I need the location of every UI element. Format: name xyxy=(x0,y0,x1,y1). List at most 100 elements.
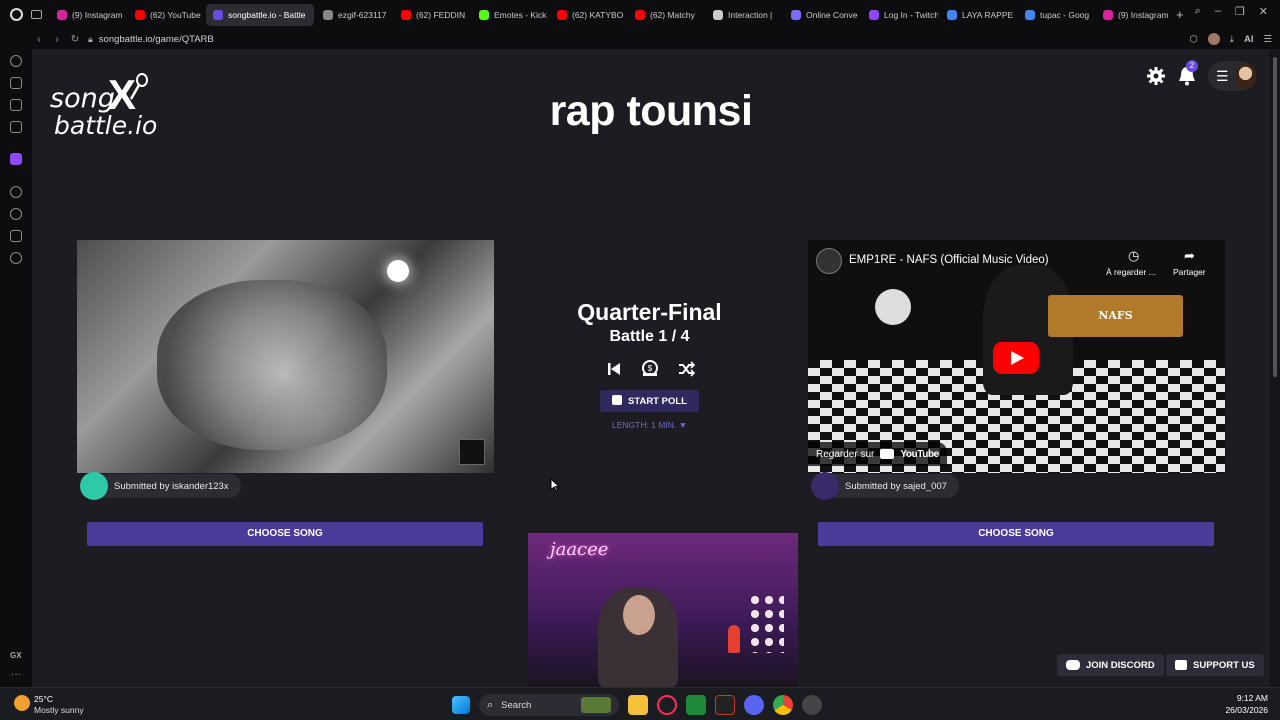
lock-icon: 🔒︎ xyxy=(88,33,93,44)
tab-label: Online Conve xyxy=(806,9,858,20)
download-icon[interactable]: ⤓ xyxy=(1230,34,1234,45)
nafs-title-art: NAFS xyxy=(1048,295,1183,337)
watch-later-icon[interactable]: ◷ xyxy=(1128,248,1139,264)
support-us-button[interactable]: SUPPORT US xyxy=(1166,654,1264,676)
browser-tab[interactable]: (9) Instagram xyxy=(1096,4,1172,26)
tab-favicon-icon xyxy=(791,9,801,20)
browser-tab[interactable]: Log In - Twitch xyxy=(862,4,938,26)
search-tabs-icon[interactable]: ⌕ xyxy=(1195,5,1201,18)
video-title[interactable]: EMP1RE - NAFS (Official Music Video) xyxy=(849,254,1049,266)
easy-setup-icon[interactable]: ☰ xyxy=(1263,34,1272,45)
svg-text:$: $ xyxy=(647,364,652,373)
browser-tab[interactable]: LAYA RAPPE xyxy=(940,4,1016,26)
join-discord-label: JOIN DISCORD xyxy=(1086,659,1155,671)
new-tab-button[interactable]: + xyxy=(1176,7,1184,22)
twitch-icon[interactable] xyxy=(10,153,22,165)
browser-tab[interactable]: Interaction | xyxy=(706,4,782,26)
bag-icon[interactable] xyxy=(10,77,22,89)
channel-watermark-icon xyxy=(459,439,485,465)
clock-time[interactable]: 9:12 AM xyxy=(1237,693,1268,703)
share-label: Partager xyxy=(1173,267,1206,277)
right-submitted-by: Submitted by sajed_007 xyxy=(845,480,947,492)
more-icon[interactable]: ··· xyxy=(11,669,21,680)
player-icon[interactable] xyxy=(10,186,22,198)
youtube-play-button[interactable] xyxy=(993,342,1039,374)
tab-label: Emotes - Kick xyxy=(494,9,547,20)
tab-favicon-icon xyxy=(869,9,879,20)
scrollbar-thumb[interactable] xyxy=(1273,57,1277,377)
tab-favicon-icon xyxy=(713,9,723,20)
tab-favicon-icon xyxy=(947,9,957,20)
browser-tab[interactable]: (62) Matchy xyxy=(628,4,704,26)
close-window-button[interactable]: ✕ xyxy=(1259,5,1268,18)
share-icon[interactable]: ➦ xyxy=(1184,248,1195,264)
user-menu-button[interactable]: ☰ xyxy=(1208,61,1256,91)
left-video-player[interactable] xyxy=(77,240,494,473)
choose-right-song-button[interactable]: CHOOSE SONG xyxy=(818,522,1214,546)
windows-start-icon[interactable] xyxy=(452,696,470,714)
browser-tab[interactable]: (9) Instagram xyxy=(50,4,126,26)
join-discord-button[interactable]: JOIN DISCORD xyxy=(1057,654,1164,676)
support-us-label: SUPPORT US xyxy=(1193,659,1255,671)
m-app-icon[interactable] xyxy=(10,121,22,133)
weather-icon[interactable] xyxy=(14,695,30,711)
forward-button[interactable]: › xyxy=(48,34,66,45)
clock-date[interactable]: 26/03/2026 xyxy=(1225,705,1268,715)
opera-menu-icon[interactable] xyxy=(10,8,23,21)
browser-tab[interactable]: Emotes - Kick xyxy=(472,4,548,26)
page-scrollbar[interactable] xyxy=(1270,49,1280,687)
workspaces-icon[interactable] xyxy=(31,10,42,19)
browser-tab[interactable]: tupac - Goog xyxy=(1018,4,1094,26)
channel-avatar-icon[interactable] xyxy=(816,248,842,274)
history-icon[interactable] xyxy=(10,55,22,67)
browser-tab[interactable]: (62) YouTube xyxy=(128,4,204,26)
url-field[interactable]: songbattle.io/game/QTARB xyxy=(99,34,214,45)
settings-sidebar-icon[interactable] xyxy=(10,252,22,264)
settings-gear-icon[interactable] xyxy=(1146,66,1166,86)
browser-tab[interactable]: songbattle.io - Battle xyxy=(206,3,314,26)
browser-sidebar: GX ··· xyxy=(0,49,32,687)
coin-flip-icon[interactable]: $ xyxy=(641,360,659,378)
browser-tab[interactable]: (62) FEDDIN xyxy=(394,4,470,26)
aria-ai-button[interactable]: AI xyxy=(1244,34,1254,45)
poll-length-dropdown[interactable]: LENGTH: 1 MIN. ▼ xyxy=(502,420,797,430)
browser-tab[interactable]: (62) KATYBO xyxy=(550,4,626,26)
start-poll-button[interactable]: START POLL xyxy=(600,390,699,412)
discord-taskbar-icon[interactable] xyxy=(744,695,764,715)
previous-battle-icon[interactable] xyxy=(605,360,623,378)
right-video-player[interactable]: NAFS EMP1RE - NAFS (Official Music Video… xyxy=(808,240,1225,473)
songbattle-page: X song battle.io rap tounsi 2 ☰ NAFS EMP… xyxy=(32,49,1270,687)
tab-label: (62) YouTube xyxy=(150,9,201,20)
gx-label[interactable]: GX xyxy=(10,651,22,660)
browser-tab-strip: (9) Instagram (62) YouTube songbattle.io -… xyxy=(0,0,1280,29)
pinboard-icon[interactable] xyxy=(10,99,22,111)
capcut-icon[interactable] xyxy=(715,695,735,715)
browser-tab[interactable]: ezgif-623117 xyxy=(316,4,392,26)
shuffle-icon[interactable] xyxy=(677,360,695,378)
watch-on-youtube-bar[interactable]: Regarder sur YouTube xyxy=(808,442,947,466)
notification-bell-icon[interactable]: 2 xyxy=(1178,60,1198,86)
streamer-webcam: jaacee xyxy=(528,533,798,687)
minimize-button[interactable]: – xyxy=(1215,5,1221,18)
tab-favicon-icon xyxy=(401,9,411,20)
monitor-app-icon[interactable] xyxy=(802,695,822,715)
file-explorer-icon[interactable] xyxy=(628,695,648,715)
chrome-icon[interactable] xyxy=(773,695,793,715)
green-app-icon[interactable] xyxy=(686,695,706,715)
video-frame-highlight xyxy=(387,260,409,282)
extensions-sidebar-icon[interactable] xyxy=(10,230,22,242)
profile-thumb-icon[interactable] xyxy=(1207,33,1220,45)
right-submitter-avatar xyxy=(811,472,839,500)
reload-button[interactable]: ↻ xyxy=(66,34,84,45)
back-button[interactable]: ‹ xyxy=(30,34,48,45)
browser-tab[interactable]: Online Conve xyxy=(784,4,860,26)
choose-left-song-button[interactable]: CHOOSE SONG xyxy=(87,522,483,546)
taskbar-search[interactable]: ⌕ Search xyxy=(479,694,619,716)
opera-gx-icon[interactable] xyxy=(657,695,677,715)
restore-button[interactable]: ❐ xyxy=(1235,5,1245,18)
extensions-icon[interactable]: ⬡ xyxy=(1189,34,1197,45)
clock-icon[interactable] xyxy=(10,208,22,220)
weather-desc: Mostly sunny xyxy=(34,705,84,715)
hamburger-icon: ☰ xyxy=(1216,67,1229,84)
tab-label: (9) Instagram xyxy=(1118,9,1169,20)
